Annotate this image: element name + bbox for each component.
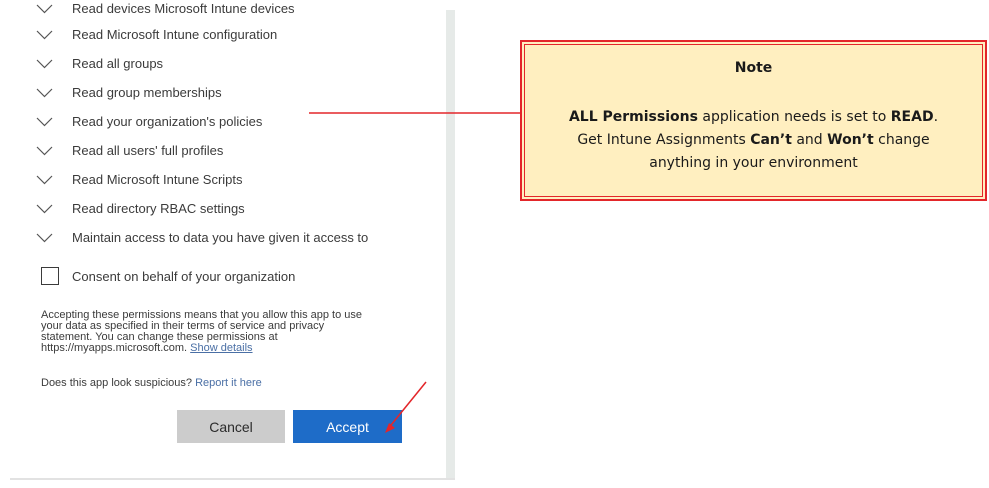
permission-item[interactable]: Read all groups — [36, 49, 368, 78]
note-text: . — [933, 109, 939, 125]
chevron-down-icon[interactable] — [36, 233, 53, 243]
chevron-down-icon[interactable] — [36, 204, 53, 214]
note-callout: Note ALL Permissions application needs i… — [520, 40, 987, 201]
chevron-down-icon[interactable] — [36, 59, 53, 69]
disclaimer-line: https://myapps.microsoft.com. Show detai… — [41, 343, 411, 354]
consent-label[interactable]: Consent on behalf of your organization — [72, 269, 295, 284]
permission-item[interactable]: Read directory RBAC settings — [36, 194, 368, 223]
consent-row: Consent on behalf of your organization — [41, 267, 295, 285]
permission-item[interactable]: Read your organization's policies — [36, 107, 368, 136]
note-text: Get Intune Assignments — [577, 132, 751, 148]
suspicious-app-prompt: Does this app look suspicious? Report it… — [41, 377, 262, 389]
chevron-down-icon[interactable] — [36, 4, 53, 14]
chevron-down-icon[interactable] — [36, 88, 53, 98]
report-it-here-link[interactable]: Report it here — [195, 377, 262, 389]
permission-list: Read devices Microsoft Intune devices Re… — [36, 0, 368, 252]
permission-item[interactable]: Read Microsoft Intune configuration — [36, 20, 368, 49]
permission-item[interactable]: Read group memberships — [36, 78, 368, 107]
permission-label: Read group memberships — [72, 85, 222, 100]
chevron-down-icon[interactable] — [36, 30, 53, 40]
permission-item[interactable]: Read all users' full profiles — [36, 136, 368, 165]
permission-label: Read directory RBAC settings — [72, 201, 245, 216]
consent-checkbox[interactable] — [41, 267, 59, 285]
permission-item[interactable]: Maintain access to data you have given i… — [36, 223, 368, 252]
chevron-down-icon[interactable] — [36, 117, 53, 127]
accept-button[interactable]: Accept — [293, 410, 402, 443]
note-line-2: Get Intune Assignments Can’t and Won’t c… — [528, 129, 979, 152]
cancel-button[interactable]: Cancel — [177, 410, 285, 443]
note-line-1: ALL Permissions application needs is set… — [528, 106, 979, 129]
note-emphasis: ALL Permissions — [568, 109, 698, 125]
note-text: and — [791, 132, 828, 148]
permission-label: Read devices Microsoft Intune devices — [72, 1, 295, 16]
note-text: change — [873, 132, 930, 148]
note-line-3: anything in your environment — [649, 155, 858, 171]
chevron-down-icon[interactable] — [36, 175, 53, 185]
myapps-url-text: https://myapps.microsoft.com. — [41, 342, 188, 354]
permission-label: Read all groups — [72, 56, 164, 71]
note-text: application needs is set to — [697, 109, 891, 125]
permission-item[interactable]: Read Microsoft Intune Scripts — [36, 165, 368, 194]
suspicious-question: Does this app look suspicious? — [41, 377, 193, 389]
note-emphasis: Won’t — [827, 132, 874, 148]
dialog-bottom-divider — [10, 478, 455, 480]
consent-disclaimer: Accepting these permissions means that y… — [41, 310, 411, 354]
dialog-edge — [446, 10, 455, 478]
permission-label: Read all users' full profiles — [72, 143, 224, 158]
permission-label: Maintain access to data you have given i… — [72, 230, 369, 245]
chevron-down-icon[interactable] — [36, 146, 53, 156]
note-body: ALL Permissions application needs is set… — [528, 106, 979, 175]
permission-item[interactable]: Read devices Microsoft Intune devices — [36, 0, 368, 20]
show-details-link[interactable]: Show details — [190, 342, 252, 354]
note-emphasis: READ — [890, 109, 934, 125]
note-title: Note — [734, 60, 773, 76]
note-emphasis: Can’t — [750, 132, 792, 148]
permission-label: Read Microsoft Intune configuration — [72, 27, 278, 42]
permission-label: Read Microsoft Intune Scripts — [72, 172, 243, 187]
permission-label: Read your organization's policies — [72, 114, 263, 129]
